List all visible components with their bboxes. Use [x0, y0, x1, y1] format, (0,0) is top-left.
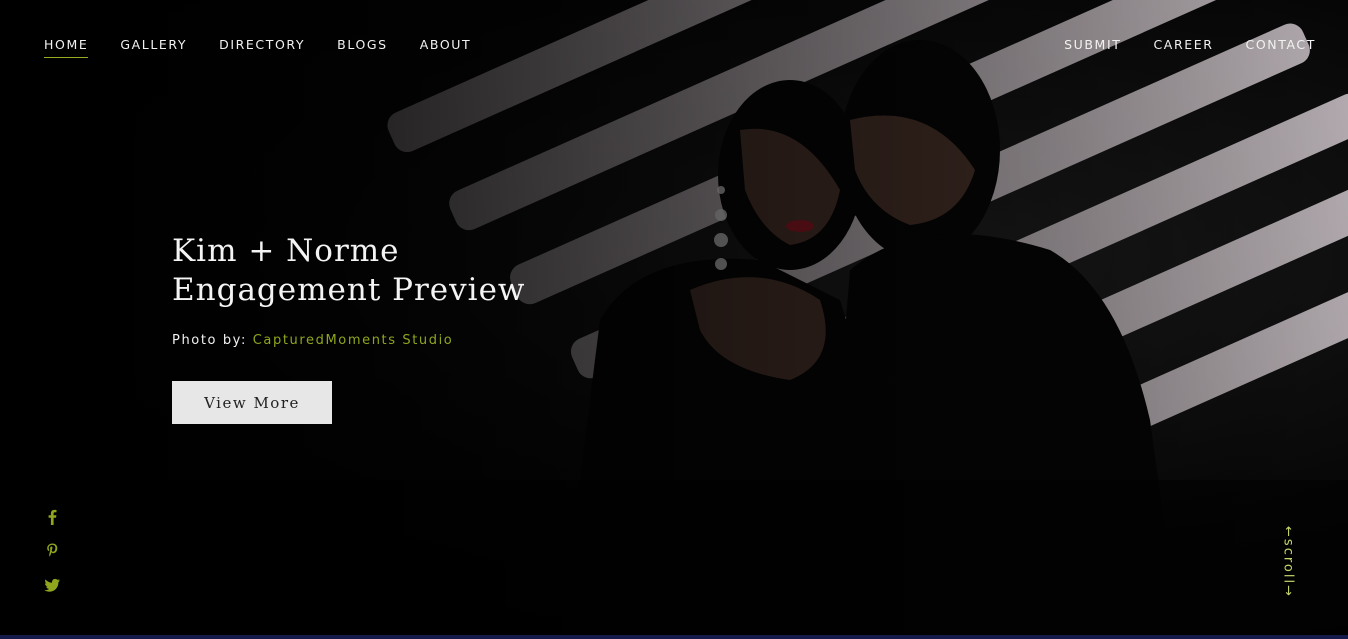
primary-nav: HOME GALLERY DIRECTORY BLOGS ABOUT — [44, 37, 503, 58]
nav-submit-link[interactable]: SUBMIT — [1064, 37, 1121, 57]
nav-directory-link[interactable]: DIRECTORY — [219, 37, 305, 58]
hero-photo — [0, 0, 1348, 639]
nav-blogs-link[interactable]: BLOGS — [337, 37, 388, 58]
nav-gallery-link[interactable]: GALLERY — [120, 37, 187, 58]
hero-section — [0, 0, 1348, 639]
facebook-link[interactable] — [44, 508, 61, 526]
twitter-icon — [44, 578, 60, 592]
twitter-link[interactable] — [44, 576, 61, 594]
pinterest-link[interactable] — [44, 542, 61, 560]
nav-career-link[interactable]: CAREER — [1153, 37, 1213, 57]
social-links — [44, 508, 61, 594]
photo-credit-studio-link[interactable]: CapturedMoments Studio — [253, 333, 454, 348]
photo-credit: Photo by: CapturedMoments Studio — [172, 333, 453, 348]
hero-title: Kim + Norme Engagement Preview — [172, 233, 526, 308]
bottom-strip — [0, 635, 1348, 639]
nav-home-link[interactable]: HOME — [44, 37, 89, 58]
photo-credit-prefix: Photo by: — [172, 333, 247, 348]
view-more-button[interactable]: View More — [172, 381, 332, 424]
scroll-label: ←scroll→ — [1280, 526, 1296, 598]
pinterest-icon — [47, 543, 58, 557]
facebook-icon — [48, 509, 57, 525]
nav-contact-link[interactable]: CONTACT — [1246, 37, 1316, 57]
scroll-indicator[interactable]: ←scroll→ — [1272, 522, 1304, 602]
nav-about-link[interactable]: ABOUT — [420, 37, 472, 58]
secondary-nav: SUBMIT CAREER CONTACT — [1032, 37, 1316, 57]
